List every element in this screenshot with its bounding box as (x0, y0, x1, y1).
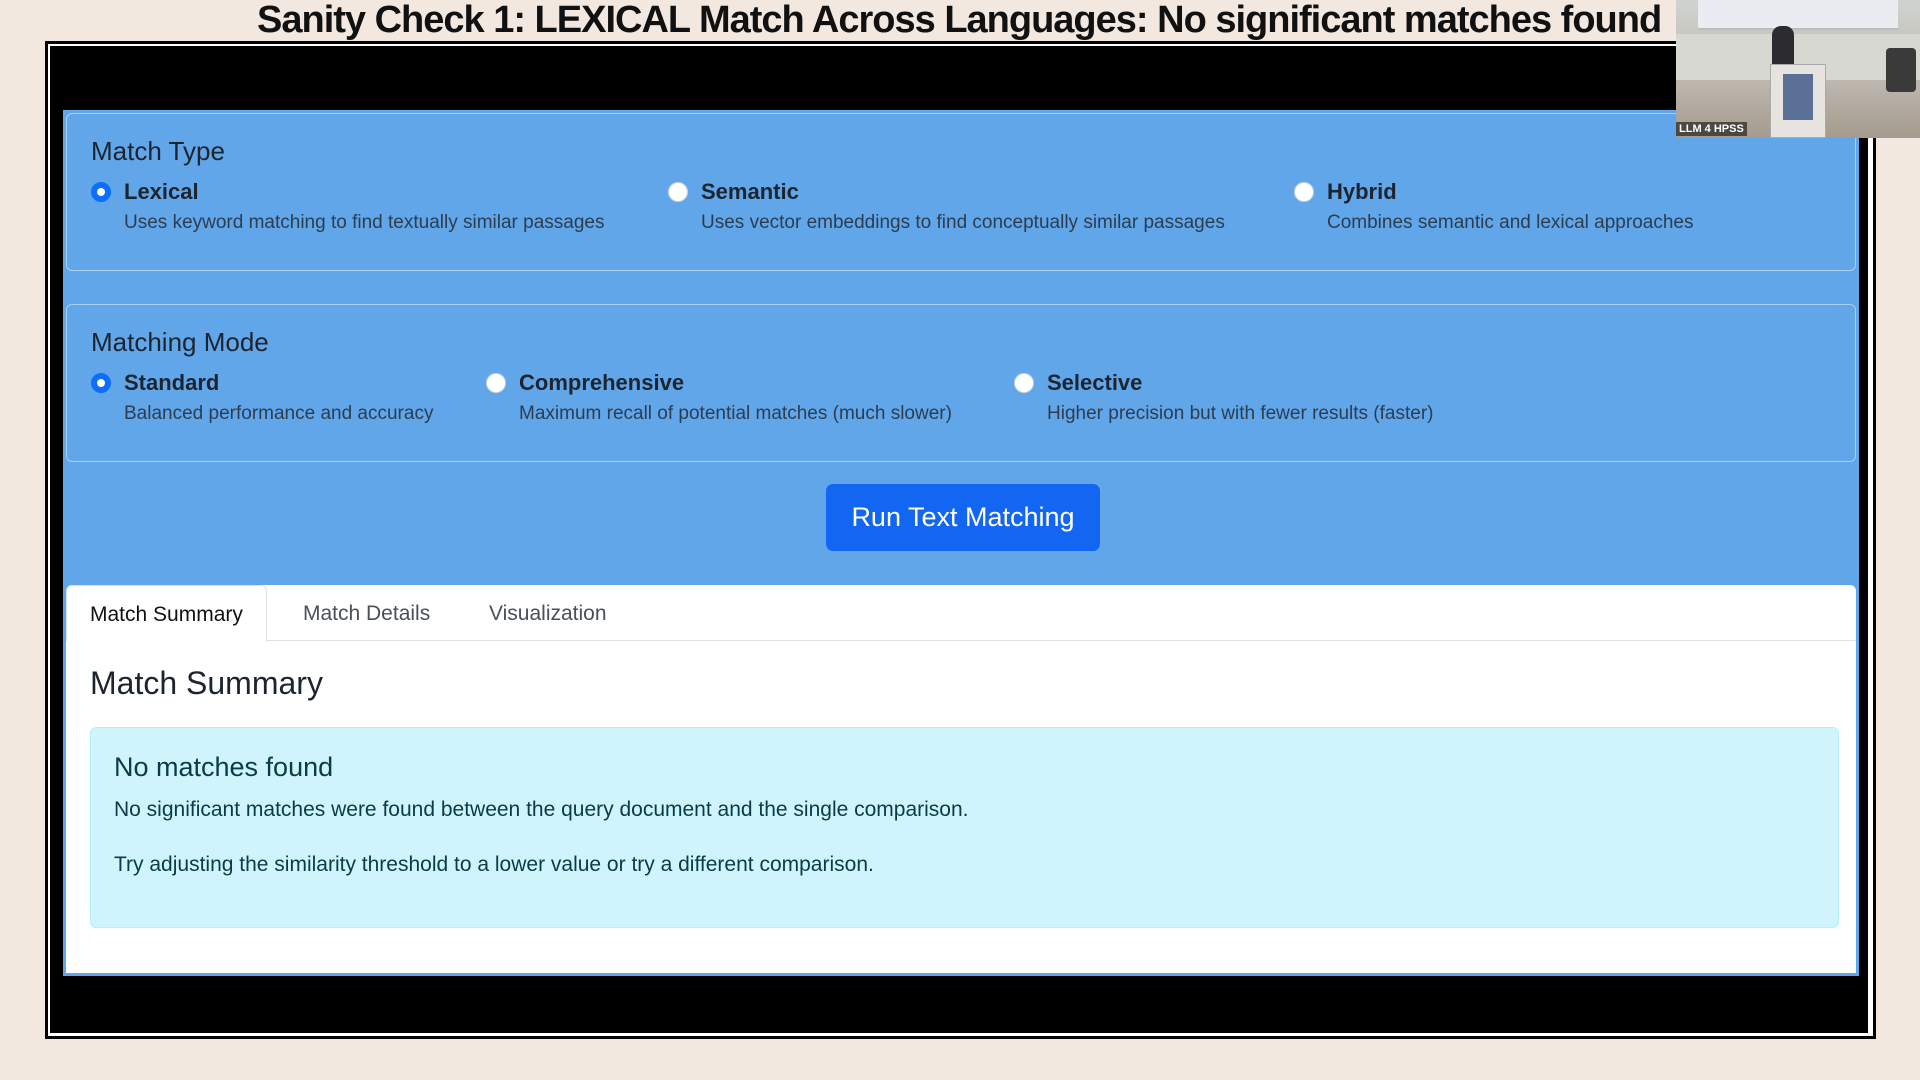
match-type-hybrid-label[interactable]: Hybrid (1327, 176, 1397, 208)
match-type-hybrid-radio[interactable] (1294, 182, 1314, 202)
match-type-semantic-radio[interactable] (668, 182, 688, 202)
webcam-speaker (1772, 26, 1794, 68)
webcam-video-feed: LLM 4 HPSS (1676, 0, 1920, 138)
alert-title: No matches found (114, 752, 334, 782)
match-type-title: Match Type (91, 136, 225, 166)
matching-mode-comprehensive-label[interactable]: Comprehensive (519, 367, 684, 399)
matching-mode-comprehensive-radio[interactable] (486, 373, 506, 393)
match-type-hybrid-description: Combines semantic and lexical approaches (1327, 212, 1694, 233)
webcam-chair (1886, 48, 1916, 92)
tab-match-summary[interactable]: Match Summary (66, 585, 267, 642)
matching-mode-selective-radio[interactable] (1014, 373, 1034, 393)
slide-title: Sanity Check 1: LEXICAL Match Across Lan… (257, 0, 1662, 41)
matching-mode-standard-label[interactable]: Standard (124, 367, 219, 399)
matching-mode-options: Standard Balanced performance and accura… (91, 367, 1835, 437)
matching-mode-comprehensive-description: Maximum recall of potential matches (muc… (519, 403, 952, 424)
matching-mode-title: Matching Mode (91, 327, 269, 357)
matching-mode-standard-radio[interactable] (91, 373, 111, 393)
alert-suggestion: Try adjusting the similarity threshold t… (114, 853, 874, 876)
matching-mode-selective-description: Higher precision but with fewer results … (1047, 403, 1434, 424)
match-type-lexical-label[interactable]: Lexical (124, 176, 199, 208)
text-matching-app: Match Type Lexical Uses keyword matching… (63, 110, 1859, 976)
matching-mode-card: Matching Mode Standard Balanced performa… (66, 304, 1856, 462)
webcam-projector-screen (1698, 0, 1898, 30)
match-type-semantic-label[interactable]: Semantic (701, 176, 799, 208)
tab-match-details[interactable]: Match Details (280, 585, 453, 642)
match-type-semantic-description: Uses vector embeddings to find conceptua… (701, 212, 1225, 233)
tab-visualization[interactable]: Visualization (466, 585, 630, 642)
match-type-lexical-radio[interactable] (91, 182, 111, 202)
results-tabs: Match Summary Match Details Visualizatio… (66, 585, 1856, 642)
run-text-matching-button[interactable]: Run Text Matching (826, 484, 1100, 551)
webcam-podium-logo (1783, 74, 1813, 120)
alert-message: No significant matches were found betwee… (114, 798, 969, 821)
matching-mode-standard-description: Balanced performance and accuracy (124, 403, 434, 424)
match-type-card: Match Type Lexical Uses keyword matching… (66, 113, 1856, 271)
match-type-options: Lexical Uses keyword matching to find te… (91, 176, 1835, 246)
no-matches-alert: No matches found No significant matches … (90, 727, 1839, 928)
match-summary-heading: Match Summary (90, 665, 323, 701)
webcam-label: LLM 4 HPSS (1676, 122, 1747, 136)
results-panel: Match Summary Match Details Visualizatio… (66, 585, 1856, 973)
matching-mode-selective-label[interactable]: Selective (1047, 367, 1142, 399)
match-type-lexical-description: Uses keyword matching to find textually … (124, 212, 605, 233)
